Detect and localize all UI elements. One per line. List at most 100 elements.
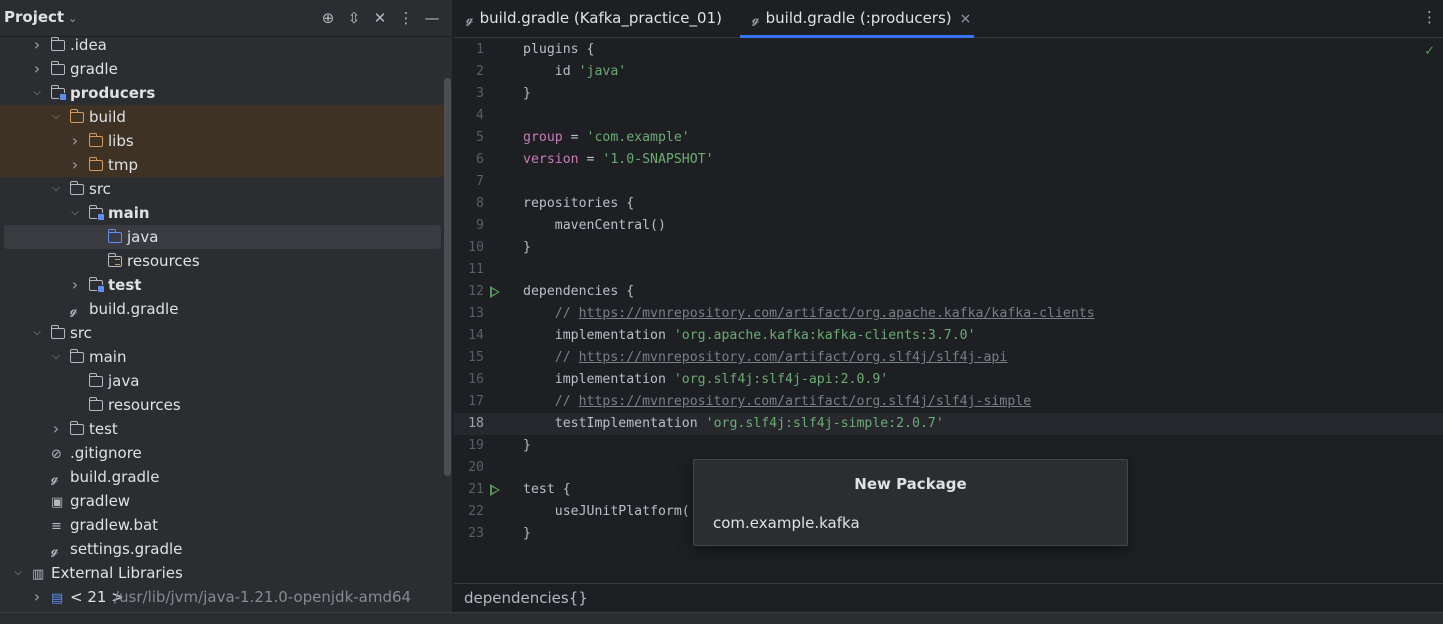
code-text: repositories { (523, 193, 634, 215)
code-line[interactable]: 8 repositories { (454, 193, 1443, 215)
chevron-right-icon[interactable]: › (31, 33, 43, 57)
project-tree-scrollbar[interactable] (444, 78, 451, 476)
tree-item[interactable]: 𝓰 build.gradle (0, 465, 445, 489)
tree-item[interactable]: ⌵ main (0, 201, 445, 225)
code-line[interactable]: 18 testImplementation 'org.slf4j:slf4j-s… (454, 413, 1443, 435)
tree-item[interactable]: ⌵ src (0, 177, 445, 201)
ignore-file-icon: ⊘ (51, 447, 62, 462)
tree-item[interactable]: resources (0, 393, 445, 417)
code-line[interactable]: 3} (454, 83, 1443, 105)
resources-folder-icon (107, 253, 122, 267)
locate-icon[interactable]: ⊕ (318, 8, 338, 28)
code-line[interactable]: 14 implementation 'org.apache.kafka:kafk… (454, 325, 1443, 347)
breadcrumb-item[interactable]: dependencies{} (464, 589, 588, 607)
tree-item[interactable]: ≡ gradlew.bat (0, 513, 445, 537)
project-title-label: Project (4, 8, 65, 26)
code-link[interactable]: https://mvnrepository.com/artifact/org.a… (579, 306, 1095, 321)
tab-build-gradle-root[interactable]: 𝓰 build.gradle (Kafka_practice_01) (454, 0, 740, 38)
collapse-all-icon[interactable]: ✕ (370, 8, 390, 28)
code-line[interactable]: 17 // https://mvnrepository.com/artifact… (454, 391, 1443, 413)
chevron-down-icon[interactable]: ⌄ (68, 12, 77, 25)
more-options-icon[interactable]: ⋮ (396, 8, 416, 28)
tree-item[interactable]: ⌵ main (0, 345, 445, 369)
package-name-input[interactable] (706, 510, 1115, 536)
code-line[interactable]: 10} (454, 237, 1443, 259)
tree-item[interactable]: › gradle (0, 57, 445, 81)
code-line[interactable]: 15 // https://mvnrepository.com/artifact… (454, 347, 1443, 369)
tree-item[interactable]: › test (0, 273, 445, 297)
code-line[interactable]: 16 implementation 'org.slf4j:slf4j-api:2… (454, 369, 1443, 391)
tree-item-label: resources (108, 396, 181, 414)
code-line[interactable]: 4 (454, 105, 1443, 127)
code-line[interactable]: 11 (454, 259, 1443, 281)
line-number: 22 (468, 504, 484, 519)
tree-item-label: build (89, 108, 126, 126)
code-token: 'org.apache.kafka:kafka-clients:3.7.0' (673, 328, 976, 343)
code-line[interactable]: 5 group = 'com.example' (454, 127, 1443, 149)
code-link[interactable]: https://mvnrepository.com/artifact/org.s… (579, 394, 1032, 409)
chevron-down-icon[interactable]: ⌵ (31, 321, 43, 345)
code-line[interactable]: 6 version = '1.0-SNAPSHOT' (454, 149, 1443, 171)
tree-item[interactable]: ⌵ build (0, 105, 445, 129)
tree-item[interactable]: ⌵ producers (0, 81, 445, 105)
code-line[interactable]: 9 mavenCentral() (454, 215, 1443, 237)
code-token: mavenCentral() (523, 218, 666, 233)
tree-item[interactable]: 𝓰 build.gradle (0, 297, 445, 321)
status-bar (0, 612, 1443, 624)
tree-item[interactable]: ⌵ ▥ External Libraries (0, 561, 445, 585)
tree-item[interactable]: ⊘ .gitignore (0, 441, 445, 465)
tree-item[interactable]: ⌵ src (0, 321, 445, 345)
chevron-down-icon[interactable]: ⌵ (50, 177, 62, 201)
tree-item[interactable]: › libs (0, 129, 445, 153)
chevron-down-icon[interactable]: ⌵ (50, 105, 62, 129)
run-gutter-icon[interactable] (490, 286, 500, 298)
tree-item-label: java (127, 228, 159, 246)
code-line[interactable]: 13 // https://mvnrepository.com/artifact… (454, 303, 1443, 325)
close-tab-icon[interactable]: × (960, 11, 972, 27)
tree-item[interactable]: › tmp (0, 153, 445, 177)
code-text: } (523, 83, 531, 105)
code-line[interactable]: 19} (454, 435, 1443, 457)
code-link[interactable]: https://mvnrepository.com/artifact/org.s… (579, 350, 1008, 365)
code-line[interactable]: 2 id 'java' (454, 61, 1443, 83)
no-problems-check-icon[interactable]: ✓ (1424, 44, 1435, 59)
project-view-selector[interactable]: Project ⌄ (4, 8, 77, 26)
code-line[interactable]: 12 dependencies { (454, 281, 1443, 303)
chevron-right-icon[interactable]: › (69, 153, 81, 177)
code-line[interactable]: 7 (454, 171, 1443, 193)
folder-icon (69, 349, 84, 363)
tree-item[interactable]: › test (0, 417, 445, 441)
run-gutter-icon[interactable] (490, 484, 500, 496)
tree-item[interactable]: › ▤ < 21 >/usr/lib/jvm/java-1.21.0-openjdk… (0, 585, 445, 609)
chevron-down-icon[interactable]: ⌵ (12, 561, 24, 585)
code-token: // (523, 306, 579, 321)
chevron-right-icon[interactable]: › (69, 129, 81, 153)
tree-item[interactable]: › .idea (0, 33, 445, 57)
folder-icon (50, 37, 65, 51)
more-tabs-icon[interactable]: ⋮ (1422, 8, 1437, 26)
code-token: group (523, 130, 563, 145)
expand-collapse-icon[interactable]: ⇳ (344, 8, 364, 28)
tab-build-gradle-producers[interactable]: 𝓰 build.gradle (:producers) × (740, 0, 974, 38)
line-number: 13 (468, 306, 484, 321)
chevron-right-icon[interactable]: › (31, 57, 43, 81)
chevron-right-icon[interactable]: › (31, 585, 43, 609)
code-token: '1.0-SNAPSHOT' (602, 152, 714, 167)
code-text: id 'java' (523, 61, 626, 83)
chevron-down-icon[interactable]: ⌵ (31, 81, 43, 105)
chevron-down-icon[interactable]: ⌵ (69, 201, 81, 225)
code-line[interactable]: 1 plugins { (454, 39, 1443, 61)
tree-item[interactable]: resources (0, 249, 445, 273)
tree-item[interactable]: 𝓰 settings.gradle (0, 537, 445, 561)
hide-panel-icon[interactable]: — (422, 8, 442, 28)
chevron-down-icon[interactable]: ⌵ (50, 345, 62, 369)
chevron-right-icon[interactable]: › (69, 273, 81, 297)
tree-item[interactable]: java (4, 225, 441, 249)
chevron-right-icon[interactable]: › (50, 417, 62, 441)
folder-icon (69, 181, 84, 195)
terminal-icon: ▣ (51, 495, 64, 510)
breadcrumb: dependencies{} (454, 583, 1443, 612)
tree-item-label: .gitignore (70, 444, 142, 462)
tree-item[interactable]: java (0, 369, 445, 393)
tree-item[interactable]: ▣ gradlew (0, 489, 445, 513)
